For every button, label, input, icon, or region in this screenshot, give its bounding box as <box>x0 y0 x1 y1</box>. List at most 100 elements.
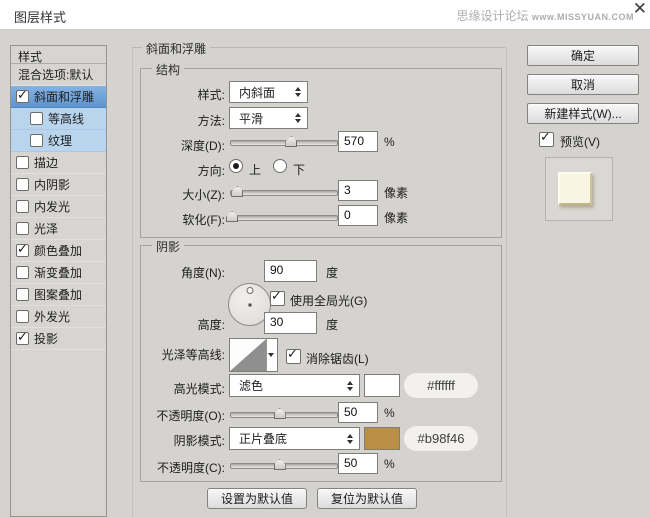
direction-up-radio[interactable] <box>229 159 243 173</box>
highlight-color-swatch[interactable] <box>364 374 400 397</box>
checkbox-checked[interactable]: ✓ <box>16 244 29 257</box>
gloss-contour-label: 光泽等高线: <box>137 346 225 363</box>
shadow-color-swatch[interactable] <box>364 427 400 450</box>
style-item-texture[interactable]: 纹理 <box>11 130 106 152</box>
technique-dropdown[interactable]: 平滑 <box>229 107 308 129</box>
direction-down-radio[interactable] <box>273 159 287 173</box>
preview-checkbox[interactable]: ✓ <box>539 132 554 147</box>
style-item-color-overlay[interactable]: ✓颜色叠加 <box>11 240 106 262</box>
opacity-highlight-unit: % <box>384 406 395 420</box>
dialog-title: 图层样式 <box>14 7 66 26</box>
highlight-mode-dropdown[interactable]: 滤色 <box>229 374 360 397</box>
make-default-button[interactable]: 设置为默认值 <box>207 488 307 509</box>
altitude-input[interactable]: 30 <box>264 312 317 334</box>
size-slider[interactable] <box>230 190 338 196</box>
style-item-satin[interactable]: 光泽 <box>11 218 106 240</box>
updown-arrows-icon <box>295 87 301 97</box>
highlight-mode-label: 高光模式: <box>137 380 225 397</box>
depth-input[interactable]: 570 <box>338 131 378 152</box>
checkbox-unchecked[interactable] <box>16 156 29 169</box>
style-item-stroke[interactable]: 描边 <box>11 152 106 174</box>
checkbox-unchecked[interactable] <box>16 222 29 235</box>
style-item-bevel-emboss[interactable]: ✓斜面和浮雕 <box>11 86 106 108</box>
style-item-contour[interactable]: 等高线 <box>11 108 106 130</box>
checkbox-unchecked[interactable] <box>16 200 29 213</box>
altitude-label: 高度: <box>137 316 225 333</box>
altitude-unit: 度 <box>326 316 338 333</box>
depth-slider[interactable] <box>230 140 338 146</box>
style-item-inner-shadow[interactable]: 内阴影 <box>11 174 106 196</box>
updown-arrows-icon <box>295 113 301 123</box>
preview-panel <box>545 157 613 221</box>
gloss-contour-picker[interactable] <box>229 338 278 372</box>
technique-label: 方法: <box>137 112 225 129</box>
shading-legend: 阴影 <box>152 238 184 255</box>
chevron-down-icon <box>268 353 274 357</box>
angle-label: 角度(N): <box>137 264 225 281</box>
size-input[interactable]: 3 <box>338 180 378 201</box>
style-preview-swatch <box>558 172 592 205</box>
style-dropdown[interactable]: 内斜面 <box>229 81 308 103</box>
angle-input[interactable]: 90 <box>264 260 317 282</box>
opacity-shadow-unit: % <box>384 457 395 471</box>
style-item-outer-glow[interactable]: 外发光 <box>11 306 106 328</box>
shadow-hex-badge: #b98f46 <box>404 426 478 451</box>
dial-center-dot <box>248 303 251 306</box>
opacity-shadow-slider[interactable] <box>230 463 338 469</box>
anti-alias-label: 消除锯齿(L) <box>306 350 369 367</box>
layer-style-dialog: 图层样式 思缘设计论坛 www.MISSYUAN.COM ✕ 样式 混合选项:默… <box>0 0 650 517</box>
size-label: 大小(Z): <box>137 186 225 203</box>
highlight-hex-badge: #ffffff <box>404 373 478 398</box>
checkbox-unchecked[interactable] <box>16 266 29 279</box>
opacity-shadow-label: 不透明度(C): <box>137 459 225 476</box>
soften-unit: 像素 <box>384 209 408 226</box>
updown-arrows-icon <box>347 434 353 444</box>
checkbox-checked[interactable]: ✓ <box>16 90 29 103</box>
style-item-drop-shadow[interactable]: ✓投影 <box>11 328 106 350</box>
direction-up-label: 上 <box>249 161 261 178</box>
checkbox-unchecked[interactable] <box>16 178 29 191</box>
size-unit: 像素 <box>384 184 408 201</box>
checkbox-unchecked[interactable] <box>16 288 29 301</box>
opacity-shadow-input[interactable]: 50 <box>338 453 378 474</box>
direction-label: 方向: <box>137 162 225 179</box>
opacity-highlight-input[interactable]: 50 <box>338 402 378 423</box>
angle-marker-icon <box>246 287 253 294</box>
style-label: 样式: <box>137 86 225 103</box>
styles-panel: 样式 混合选项:默认 ✓斜面和浮雕 等高线 纹理 描边 内阴影 内发光 光泽 ✓… <box>10 45 107 517</box>
updown-arrows-icon <box>347 381 353 391</box>
direction-down-label: 下 <box>293 161 305 178</box>
angle-unit: 度 <box>326 264 338 281</box>
anti-alias-checkbox[interactable]: ✓ <box>286 349 301 364</box>
global-light-label: 使用全局光(G) <box>290 292 367 309</box>
global-light-checkbox[interactable]: ✓ <box>270 291 285 306</box>
soften-label: 软化(F): <box>137 211 225 228</box>
checkbox-checked[interactable]: ✓ <box>16 332 29 345</box>
soften-input[interactable]: 0 <box>338 205 378 226</box>
depth-unit: % <box>384 135 395 149</box>
checkbox-unchecked[interactable] <box>16 310 29 323</box>
preview-label: 预览(V) <box>560 133 600 150</box>
checkbox-unchecked[interactable] <box>30 134 43 147</box>
opacity-highlight-slider[interactable] <box>230 412 338 418</box>
checkbox-unchecked[interactable] <box>30 112 43 125</box>
title-bar: 图层样式 思缘设计论坛 www.MISSYUAN.COM ✕ <box>0 0 650 30</box>
shadow-mode-label: 阴影模式: <box>137 432 225 449</box>
soften-slider[interactable] <box>230 215 338 221</box>
style-item-blending-options[interactable]: 混合选项:默认 <box>11 64 106 86</box>
shadow-mode-dropdown[interactable]: 正片叠底 <box>229 427 360 450</box>
style-item-inner-glow[interactable]: 内发光 <box>11 196 106 218</box>
opacity-highlight-label: 不透明度(O): <box>137 407 225 424</box>
watermark: 思缘设计论坛 www.MISSYUAN.COM <box>456 7 634 24</box>
styles-header: 样式 <box>11 46 106 64</box>
new-style-button[interactable]: 新建样式(W)... <box>527 103 639 124</box>
reset-default-button[interactable]: 复位为默认值 <box>317 488 417 509</box>
cancel-button[interactable]: 取消 <box>527 74 639 95</box>
close-icon[interactable]: ✕ <box>633 0 647 18</box>
structure-legend: 结构 <box>152 61 184 78</box>
style-item-pattern-overlay[interactable]: 图案叠加 <box>11 284 106 306</box>
ok-button[interactable]: 确定 <box>527 45 639 66</box>
style-item-gradient-overlay[interactable]: 渐变叠加 <box>11 262 106 284</box>
section-title: 斜面和浮雕 <box>142 40 210 57</box>
depth-label: 深度(D): <box>137 137 225 154</box>
